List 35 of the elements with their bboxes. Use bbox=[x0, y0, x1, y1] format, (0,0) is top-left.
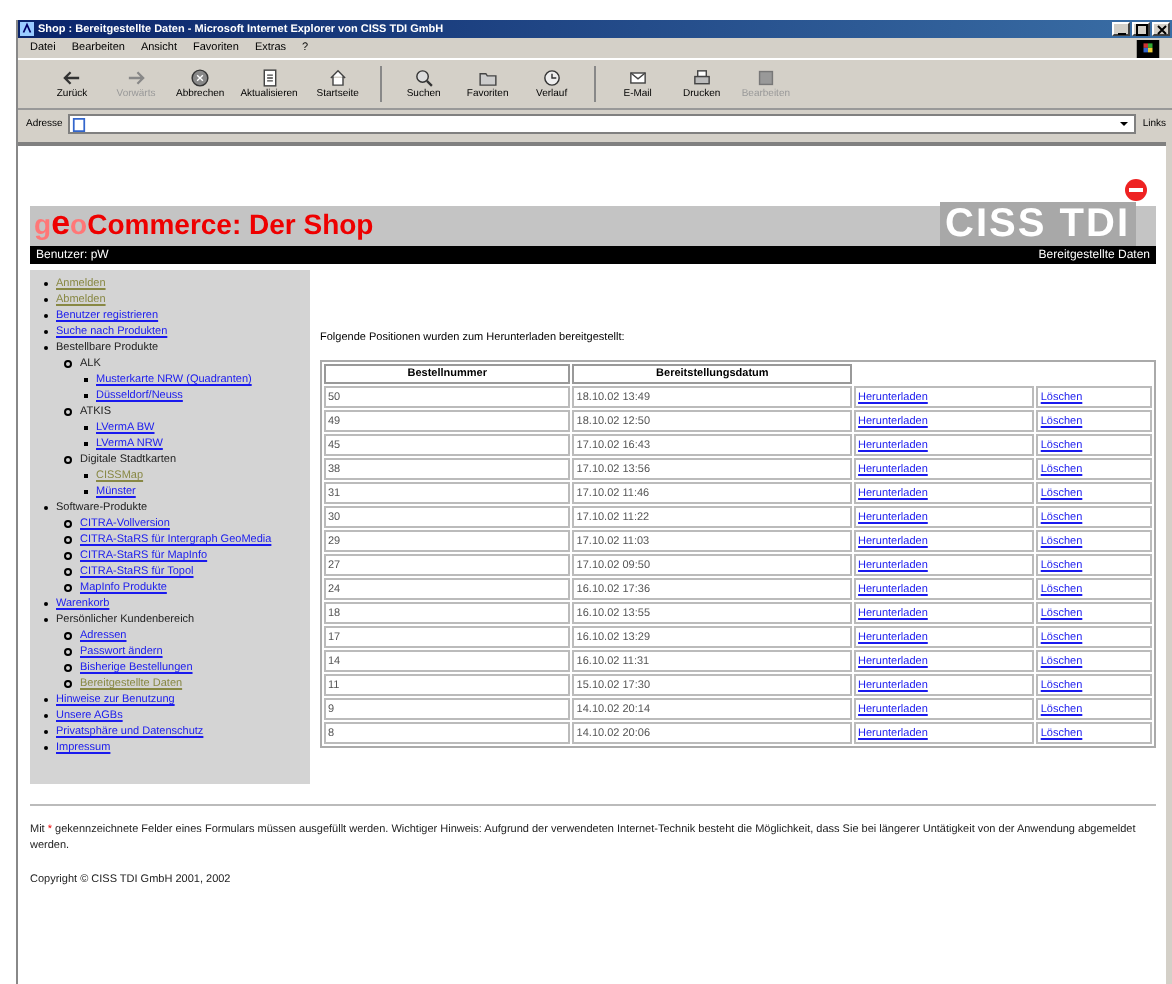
close-icon bbox=[1155, 23, 1167, 35]
browser-icon bbox=[20, 22, 34, 36]
company-logo: CISS TDI bbox=[939, 201, 1136, 247]
bullet-icon bbox=[64, 568, 72, 576]
search-icon bbox=[413, 68, 434, 88]
envelope-icon bbox=[627, 68, 648, 88]
bullet-icon bbox=[64, 680, 72, 688]
bullet-icon bbox=[64, 648, 72, 656]
clock-icon bbox=[541, 68, 562, 88]
bullet-icon bbox=[64, 408, 72, 416]
house-icon bbox=[327, 68, 348, 88]
address-field[interactable] bbox=[68, 114, 1137, 134]
bullet-icon bbox=[64, 520, 72, 528]
bullet-icon bbox=[64, 632, 72, 640]
close-button[interactable] bbox=[1152, 22, 1170, 36]
stop-sign-icon bbox=[1124, 178, 1148, 202]
bullet-icon bbox=[64, 456, 72, 464]
maximize-icon bbox=[1135, 23, 1147, 35]
maximize-button[interactable] bbox=[1132, 22, 1150, 36]
right-arrow-icon bbox=[126, 68, 146, 88]
bullet-icon bbox=[64, 536, 72, 544]
minimize-button[interactable] bbox=[1112, 22, 1130, 36]
bullet-icon bbox=[64, 584, 72, 592]
stop-icon bbox=[190, 68, 211, 88]
shop-logo: geoCommerce: Der Shop bbox=[34, 204, 374, 244]
printer-icon bbox=[691, 68, 712, 88]
bullet-icon bbox=[64, 552, 72, 560]
left-arrow-icon bbox=[62, 68, 82, 88]
bullet-icon bbox=[64, 664, 72, 672]
bullet-icon bbox=[64, 360, 72, 368]
folder-icon bbox=[477, 68, 498, 88]
windows-logo-icon bbox=[1136, 39, 1160, 57]
dropdown-icon bbox=[1116, 116, 1133, 132]
page-icon bbox=[72, 117, 87, 131]
page-icon bbox=[259, 68, 279, 88]
